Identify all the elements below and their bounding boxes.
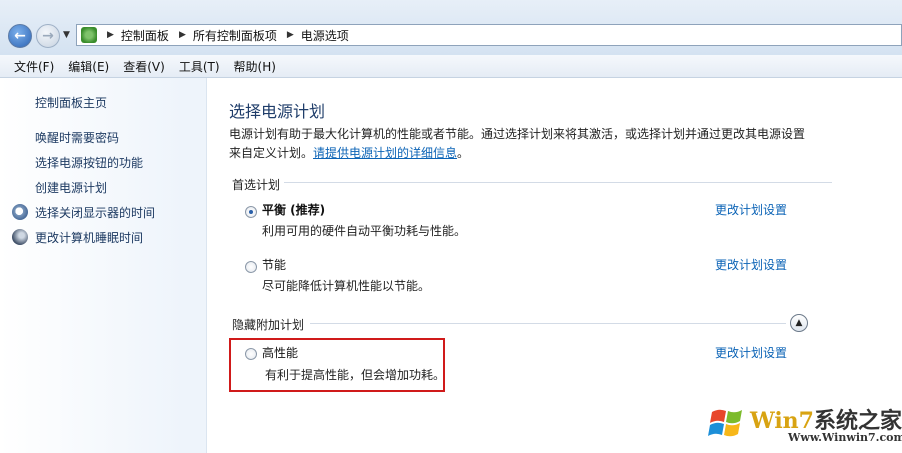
breadcrumb-power-options[interactable]: 电源选项	[301, 27, 349, 44]
arrow-right-icon: →	[42, 28, 54, 44]
recent-pages-dropdown[interactable]: ▼	[63, 30, 70, 40]
chevron-right-icon[interactable]: ▶	[287, 30, 294, 40]
intro-end: 。	[457, 146, 470, 160]
plan-details-link[interactable]: 请提供电源计划的详细信息	[313, 146, 457, 160]
highlight-box	[229, 338, 445, 392]
page-title: 选择电源计划	[229, 102, 326, 121]
sidebar-item-wake-password[interactable]: 唤醒时需要密码	[35, 129, 119, 146]
sidebar: 控制面板主页 唤醒时需要密码 选择电源按钮的功能 创建电源计划 选择关闭显示器的…	[0, 78, 207, 453]
menu-help[interactable]: 帮助(H)	[227, 58, 283, 75]
watermark: Win7系统之家 Www.Winwin7.com	[702, 393, 902, 453]
breadcrumb-control-panel[interactable]: 控制面板	[121, 27, 169, 44]
hidden-plans-label: 隐藏附加计划	[232, 318, 305, 332]
chevron-right-icon[interactable]: ▶	[179, 30, 186, 40]
preferred-plans-label: 首选计划	[232, 178, 281, 192]
clock-icon	[12, 204, 28, 220]
menu-file[interactable]: 文件(F)	[0, 58, 61, 75]
back-button[interactable]: ←	[8, 24, 32, 48]
change-high-performance-settings-link[interactable]: 更改计划设置	[715, 344, 787, 361]
divider	[284, 182, 832, 183]
plan-saver-name[interactable]: 节能	[262, 256, 286, 273]
address-bar: ← → ▼ ▶ 控制面板 ▶ 所有控制面板项 ▶ 电源选项	[0, 0, 902, 56]
intro-text: 电源计划有助于最大化计算机的性能或者节能。通过选择计划来将其激活，或选择计划并通…	[229, 125, 809, 163]
watermark-url: Www.Winwin7.com	[788, 431, 902, 444]
plan-saver-radio[interactable]	[245, 261, 257, 273]
sidebar-item-create-plan[interactable]: 创建电源计划	[35, 179, 107, 196]
control-panel-icon	[81, 27, 97, 43]
divider	[310, 323, 786, 324]
windows-logo-icon	[708, 409, 742, 437]
menu-tools[interactable]: 工具(T)	[172, 58, 227, 75]
plan-balanced-desc: 利用可用的硬件自动平衡功耗与性能。	[262, 224, 467, 238]
plan-saver-desc: 尽可能降低计算机性能以节能。	[262, 279, 431, 293]
sidebar-item-power-button[interactable]: 选择电源按钮的功能	[35, 154, 143, 171]
menu-view[interactable]: 查看(V)	[116, 58, 172, 75]
sidebar-item-display-off[interactable]: 选择关闭显示器的时间	[35, 204, 155, 221]
breadcrumb-all-items[interactable]: 所有控制面板项	[193, 27, 277, 44]
sidebar-item-sleep[interactable]: 更改计算机睡眠时间	[35, 229, 143, 246]
plan-balanced-name[interactable]: 平衡 (推荐)	[262, 201, 325, 218]
chevron-right-icon[interactable]: ▶	[107, 30, 114, 40]
sidebar-item-home[interactable]: 控制面板主页	[35, 94, 107, 111]
moon-icon	[12, 229, 28, 245]
menu-edit[interactable]: 编辑(E)	[61, 58, 116, 75]
arrow-left-icon: ←	[14, 28, 26, 44]
address-field[interactable]: ▶ 控制面板 ▶ 所有控制面板项 ▶ 电源选项	[76, 24, 902, 46]
change-balanced-settings-link[interactable]: 更改计划设置	[715, 201, 787, 218]
plan-balanced-radio[interactable]	[245, 206, 257, 218]
collapse-chevron-up-icon[interactable]: ▲	[790, 314, 808, 332]
change-saver-settings-link[interactable]: 更改计划设置	[715, 256, 787, 273]
forward-button[interactable]: →	[36, 24, 60, 48]
menu-bar: 文件(F) 编辑(E) 查看(V) 工具(T) 帮助(H)	[0, 55, 902, 78]
